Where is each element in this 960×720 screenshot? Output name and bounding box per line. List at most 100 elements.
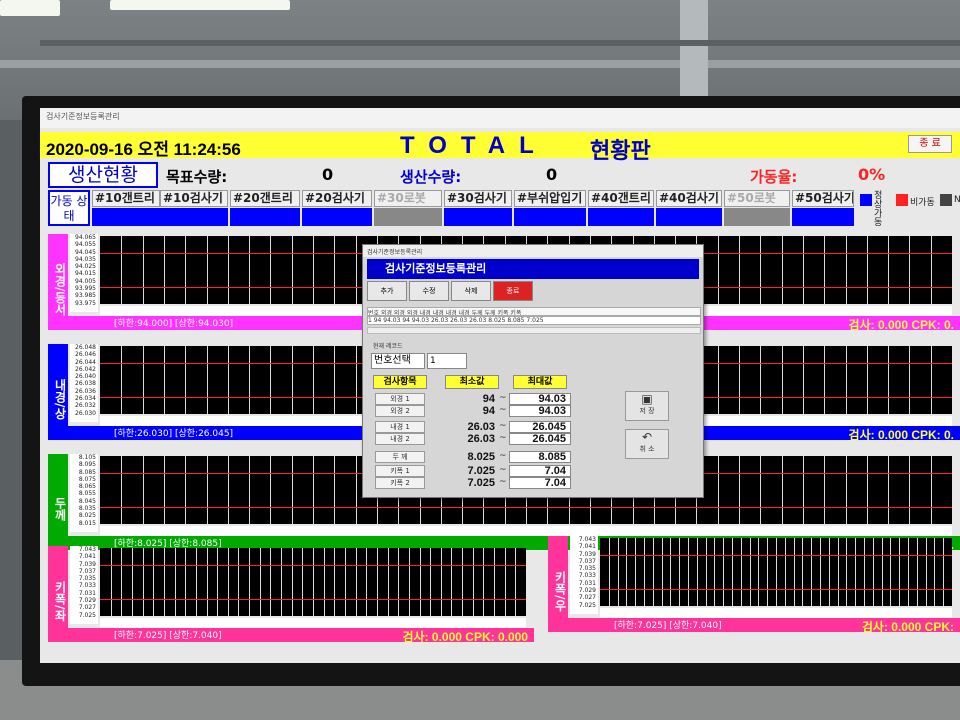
y-tick-label: 7.035 xyxy=(78,575,96,583)
inspection-standard-dialog: 검사기준정보등록관리 검사기준정보등록관리 추가 수정 삭제 종료 번호 외경 … xyxy=(362,244,704,498)
grid-line xyxy=(313,346,314,414)
max-value[interactable]: 26.045 xyxy=(509,421,571,433)
save-button[interactable]: ▣ 저 장 xyxy=(625,391,669,421)
y-tick-label: 7.041 xyxy=(578,543,596,551)
grid-line xyxy=(451,548,453,616)
y-tick-label: 7.029 xyxy=(78,597,96,605)
station-label: #20검사기 xyxy=(302,190,372,207)
close-button[interactable]: 종료 xyxy=(493,281,533,301)
grid-line xyxy=(121,548,123,616)
min-value[interactable]: 7.025 xyxy=(433,465,495,477)
grid-line xyxy=(270,236,272,304)
min-value[interactable]: 94 xyxy=(433,393,495,405)
window-titlebar: 검사기준정보등록관리 xyxy=(40,108,960,128)
y-tick-label: 8.075 xyxy=(78,475,96,483)
ceiling-pipe xyxy=(40,40,960,46)
max-value[interactable]: 7.04 xyxy=(509,477,571,489)
grid-line xyxy=(881,538,883,606)
grid-line xyxy=(930,346,932,414)
station-1: #10갠트리 xyxy=(92,190,160,226)
station-label: #10갠트리 xyxy=(92,190,160,207)
max-value[interactable]: 26.045 xyxy=(509,433,571,445)
grid-line xyxy=(142,236,144,304)
min-value[interactable]: 7.025 xyxy=(433,477,495,489)
grid-line xyxy=(925,538,927,606)
current-record-label: 현재 레코드 xyxy=(373,343,403,350)
grid-line xyxy=(802,456,804,524)
y-tick-label: 8.025 xyxy=(78,512,96,520)
grid-line xyxy=(767,538,769,606)
legend-normal-swatch xyxy=(860,194,872,206)
grid-line xyxy=(334,346,336,414)
grid-line xyxy=(163,236,165,304)
end-button[interactable]: 종 료 xyxy=(908,135,952,153)
utilization-label: 가동율: xyxy=(750,168,798,186)
grid-line xyxy=(185,548,187,616)
y-tick-label: 94.065 xyxy=(75,234,96,241)
range-separator: ~ xyxy=(499,405,507,415)
grid-line xyxy=(249,456,251,524)
max-value[interactable]: 7.04 xyxy=(509,465,571,477)
station-status-bar xyxy=(656,208,722,226)
y-axis: 7.043 7.041 7.039 7.037 7.035 7.033 7.031 7.029… xyxy=(70,546,98,624)
grid-row[interactable]: 1 94 94.03 94 94.03 26.03 26.03 26.03 8.… xyxy=(367,316,701,325)
grid-scrollbar[interactable] xyxy=(367,327,701,334)
min-value[interactable]: 26.03 xyxy=(433,421,495,433)
grid-line xyxy=(802,346,804,414)
grid-line xyxy=(291,346,293,414)
add-button[interactable]: 추가 xyxy=(367,281,407,301)
grid-line xyxy=(462,548,464,616)
y-tick-label: 7.025 xyxy=(78,611,96,619)
y-tick-label: 7.043 xyxy=(578,536,596,543)
limit-line xyxy=(600,589,952,590)
grid-line xyxy=(366,548,368,616)
grid-line xyxy=(793,538,795,606)
y-tick-label: 7.037 xyxy=(578,557,596,565)
max-value[interactable]: 94.03 xyxy=(509,393,571,405)
min-value[interactable]: 8.025 xyxy=(433,451,495,463)
grid-line xyxy=(705,538,707,606)
grid-line xyxy=(661,538,663,606)
y-tick-label: 7.033 xyxy=(78,582,96,590)
grid-line xyxy=(739,456,740,524)
station-5: #30로봇 xyxy=(374,190,442,226)
grid-line xyxy=(185,456,187,524)
limit-text: [하한:7.025] [상한:7.040] xyxy=(614,621,722,631)
station-10: #50로봇 xyxy=(724,190,790,226)
grid-line xyxy=(494,548,496,616)
produced-label: 생산수량: xyxy=(400,168,462,186)
grid-line xyxy=(888,236,890,304)
edit-button[interactable]: 수정 xyxy=(409,281,449,301)
limit-line xyxy=(100,507,952,508)
grid-line xyxy=(313,548,314,616)
station-label: #30검사기 xyxy=(444,190,512,207)
summary-row: 생산현황 목표수량: 0 생산수량: 0 가동율: 0% xyxy=(40,162,960,188)
cancel-button[interactable]: ↶ 취 소 xyxy=(625,429,669,459)
station-status-bar xyxy=(302,208,372,226)
dashboard-screen: 검사기준정보등록관리 2020-09-16 오전 11:24:56 TOTAL … xyxy=(40,108,960,663)
grid-line xyxy=(855,538,857,606)
grid-line xyxy=(760,236,762,304)
grid-line xyxy=(717,346,719,414)
station-label: #50검사기 xyxy=(792,190,854,207)
grid-line xyxy=(142,456,144,524)
number-select[interactable]: 1 xyxy=(427,353,467,369)
y-tick-label: 7.033 xyxy=(578,572,596,580)
min-value[interactable]: 94 xyxy=(433,405,495,417)
delete-button[interactable]: 삭제 xyxy=(451,281,491,301)
max-value[interactable]: 8.085 xyxy=(509,451,571,463)
row-label: 내경 1 xyxy=(375,421,425,433)
target-value: 0 xyxy=(322,165,334,184)
y-tick-label: 26.046 xyxy=(75,351,96,359)
utilization-value: 0% xyxy=(858,165,886,184)
grid-line xyxy=(227,346,229,414)
y-tick-label: 7.037 xyxy=(78,567,96,575)
station-status-bar xyxy=(92,208,160,226)
min-value[interactable]: 26.03 xyxy=(433,433,495,445)
y-tick-label: 94.045 xyxy=(75,248,96,256)
range-separator: ~ xyxy=(499,451,507,461)
max-value[interactable]: 94.03 xyxy=(509,405,571,417)
y-tick-label: 93.985 xyxy=(75,292,96,300)
y-tick-label: 8.045 xyxy=(78,497,96,505)
dialog-toolbar: 추가 수정 삭제 종료 xyxy=(367,281,533,303)
